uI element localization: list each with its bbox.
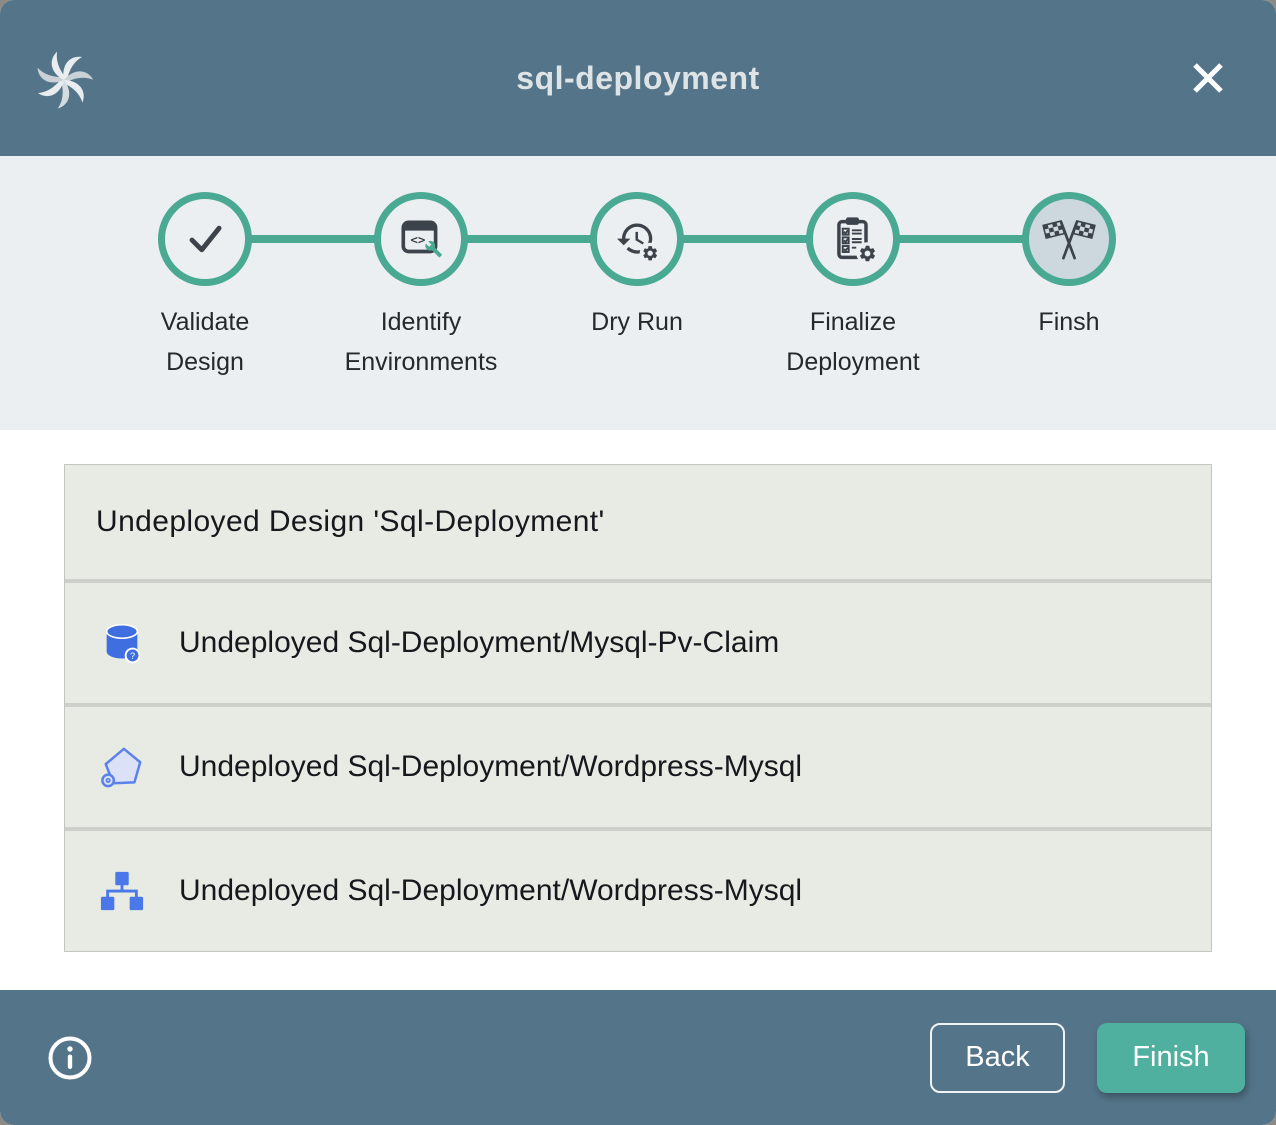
step-identify-environments: <> Identify Environments xyxy=(311,192,531,382)
info-icon xyxy=(46,1034,94,1082)
back-button[interactable]: Back xyxy=(930,1023,1065,1093)
step-circle-identify-environments[interactable]: <> xyxy=(374,192,468,286)
meshery-swirl-logo xyxy=(32,48,96,112)
dialog-header: sql-deployment xyxy=(0,0,1276,156)
status-header-row: Undeployed Design 'Sql-Deployment' xyxy=(65,465,1211,579)
code-window-wrench-icon: <> xyxy=(396,214,446,264)
step-circle-validate-design[interactable] xyxy=(158,192,252,286)
step-circle-finish[interactable] xyxy=(1022,192,1116,286)
database-question-icon: ? xyxy=(99,620,145,666)
svg-text:<>: <> xyxy=(410,232,425,247)
status-row-text: Undeployed Sql-Deployment/Mysql-Pv-Claim xyxy=(179,626,779,660)
status-row-mysql-pv-claim: ? Undeployed Sql-Deployment/Mysql-Pv-Cla… xyxy=(65,583,1211,703)
step-validate-design: Validate Design xyxy=(95,192,315,382)
dialog-footer: Back Finish xyxy=(0,990,1276,1125)
info-button[interactable] xyxy=(46,1034,94,1082)
dialog-body: Undeployed Design 'Sql-Deployment' ? Und… xyxy=(0,430,1276,990)
footer-actions: Back Finish xyxy=(930,1023,1245,1093)
sync-gear-icon xyxy=(611,213,663,265)
step-label: Identify Environments xyxy=(345,302,498,382)
svg-text:?: ? xyxy=(130,651,135,661)
pentagon-badge-icon xyxy=(99,744,145,790)
deployment-wizard-dialog: sql-deployment Validate Design <> xyxy=(0,0,1276,1125)
checkered-flags-icon xyxy=(1042,212,1096,266)
status-row-wordpress-mysql-2: Undeployed Sql-Deployment/Wordpress-Mysq… xyxy=(65,831,1211,951)
status-row-text: Undeployed Sql-Deployment/Wordpress-Mysq… xyxy=(179,874,802,908)
status-row-text: Undeployed Sql-Deployment/Wordpress-Mysq… xyxy=(179,750,802,784)
step-label: Validate Design xyxy=(161,302,250,382)
close-icon xyxy=(1184,54,1232,102)
dialog-title: sql-deployment xyxy=(0,60,1276,97)
hierarchy-icon xyxy=(99,868,145,914)
step-finish: Finsh xyxy=(959,192,1179,342)
status-row-wordpress-mysql-1: Undeployed Sql-Deployment/Wordpress-Mysq… xyxy=(65,707,1211,827)
step-circle-finalize-deployment[interactable] xyxy=(806,192,900,286)
status-header-text: Undeployed Design 'Sql-Deployment' xyxy=(96,505,605,539)
deployment-status-panel: Undeployed Design 'Sql-Deployment' ? Und… xyxy=(64,464,1212,952)
clipboard-gear-icon xyxy=(827,213,879,265)
check-icon xyxy=(179,213,231,265)
step-finalize-deployment: Finalize Deployment xyxy=(743,192,963,382)
finish-button[interactable]: Finish xyxy=(1097,1023,1245,1093)
step-label: Finalize Deployment xyxy=(786,302,919,382)
step-circle-dry-run[interactable] xyxy=(590,192,684,286)
step-dry-run: Dry Run xyxy=(527,192,747,342)
stepper: Validate Design <> Identify Environments xyxy=(0,156,1276,430)
close-button[interactable] xyxy=(1180,50,1236,106)
step-label: Dry Run xyxy=(591,302,683,342)
step-label: Finsh xyxy=(1038,302,1099,342)
